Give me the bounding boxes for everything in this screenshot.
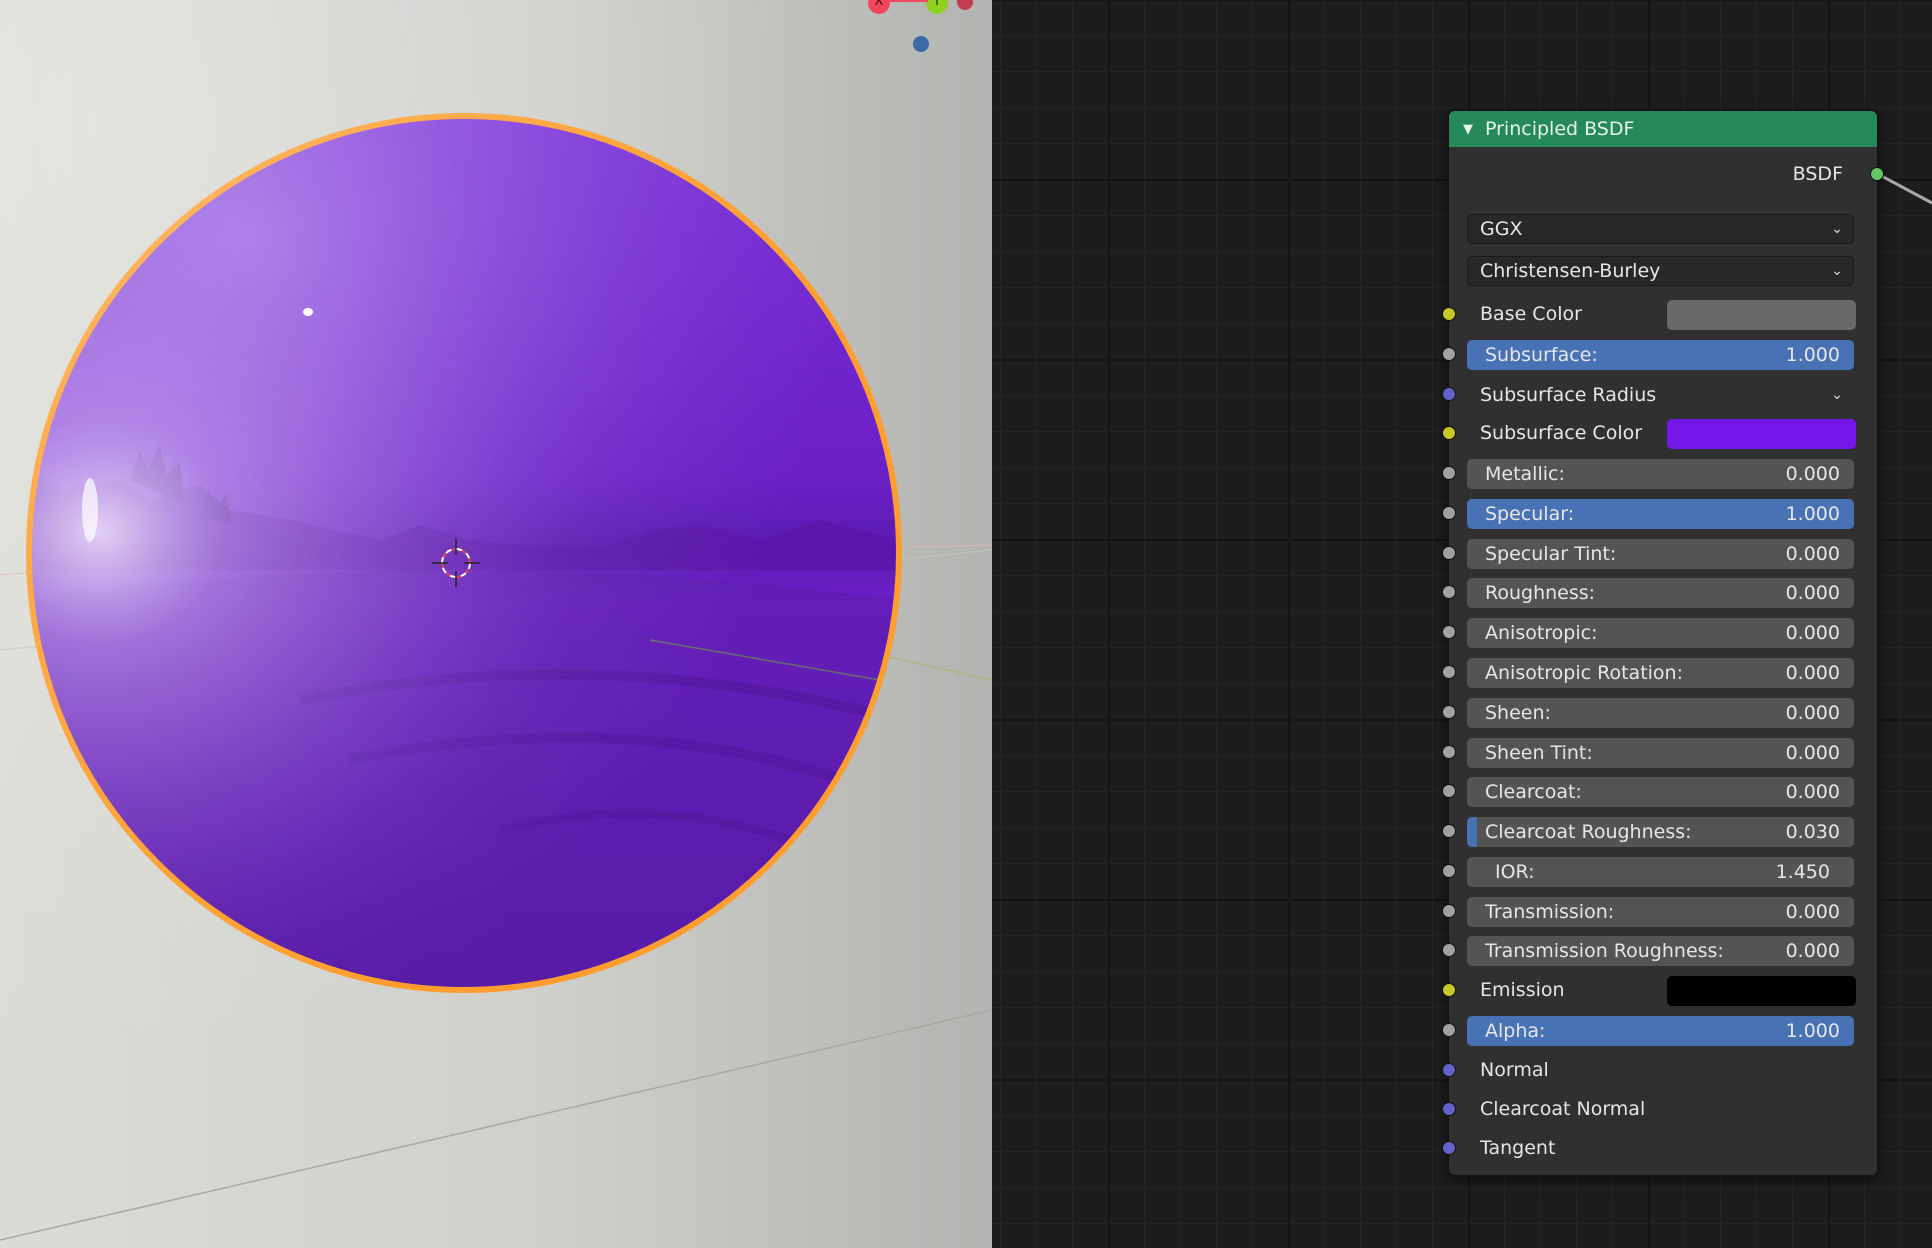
ior-row: IOR: 1.450 bbox=[1442, 854, 1877, 888]
ior-socket[interactable] bbox=[1442, 864, 1456, 878]
clearcoat-roughness-row: Clearcoat Roughness: 0.030 bbox=[1442, 814, 1877, 848]
principled-bsdf-node[interactable]: ▼ Principled BSDF BSDF GGX ⌄ Christensen… bbox=[1442, 110, 1884, 1176]
node-title: Principled BSDF bbox=[1485, 118, 1635, 140]
clearcoat-normal-row: Clearcoat Normal bbox=[1442, 1092, 1877, 1126]
subsurface-color-row: Subsurface Color bbox=[1442, 416, 1877, 450]
normal-row: Normal bbox=[1442, 1053, 1877, 1087]
chevron-down-icon: ⌄ bbox=[1831, 221, 1843, 237]
specular-tint-row: Specular Tint: 0.000 bbox=[1442, 536, 1877, 570]
emission-socket[interactable] bbox=[1442, 983, 1456, 997]
transmission-socket[interactable] bbox=[1442, 904, 1456, 918]
specular-socket[interactable] bbox=[1442, 506, 1456, 520]
clearcoat-normal-socket[interactable] bbox=[1442, 1102, 1456, 1116]
distribution-dropdown[interactable]: GGX ⌄ bbox=[1467, 214, 1854, 244]
subsurface-method-dropdown[interactable]: Christensen-Burley ⌄ bbox=[1467, 256, 1854, 286]
subsurface-radius-socket[interactable] bbox=[1442, 387, 1456, 401]
specular-row: Specular: 1.000 bbox=[1442, 496, 1877, 530]
metallic-socket[interactable] bbox=[1442, 466, 1456, 480]
base-color-swatch[interactable] bbox=[1667, 300, 1856, 330]
clearcoat-row: Clearcoat: 0.000 bbox=[1442, 774, 1877, 808]
emission-row: Emission bbox=[1442, 973, 1877, 1007]
anisotropic-socket[interactable] bbox=[1442, 625, 1456, 639]
transmission-roughness-socket[interactable] bbox=[1442, 943, 1456, 957]
metallic-slider[interactable]: Metallic: 0.000 bbox=[1467, 459, 1854, 489]
metallic-row: Metallic: 0.000 bbox=[1442, 456, 1877, 490]
clearcoat-roughness-socket[interactable] bbox=[1442, 824, 1456, 838]
subsurface-row: Subsurface: 1.000 bbox=[1442, 337, 1877, 371]
specular-tint-socket[interactable] bbox=[1442, 546, 1456, 560]
sheen-tint-slider[interactable]: Sheen Tint: 0.000 bbox=[1467, 738, 1854, 768]
roughness-slider[interactable]: Roughness: 0.000 bbox=[1467, 578, 1854, 608]
subsurface-slider[interactable]: Subsurface: 1.000 bbox=[1467, 340, 1854, 370]
alpha-slider[interactable]: Alpha: 1.000 bbox=[1467, 1016, 1854, 1046]
y-axis-line bbox=[879, 654, 992, 681]
subsurface-method-row: Christensen-Burley ⌄ bbox=[1449, 253, 1877, 287]
tangent-socket[interactable] bbox=[1442, 1141, 1456, 1155]
distribution-row: GGX ⌄ bbox=[1449, 211, 1877, 245]
sheen-tint-row: Sheen Tint: 0.000 bbox=[1442, 735, 1877, 769]
transmission-row: Transmission: 0.000 bbox=[1442, 894, 1877, 928]
base-color-row: Base Color bbox=[1442, 297, 1877, 331]
specular-slider[interactable]: Specular: 1.000 bbox=[1467, 499, 1854, 529]
subsurface-color-socket[interactable] bbox=[1442, 426, 1456, 440]
grid-line bbox=[0, 1009, 992, 1241]
bsdf-output-socket[interactable] bbox=[1870, 167, 1884, 181]
subsurface-color-swatch[interactable] bbox=[1667, 419, 1856, 449]
anisotropic-row: Anisotropic: 0.000 bbox=[1442, 615, 1877, 649]
node-header[interactable]: ▼ Principled BSDF bbox=[1449, 111, 1877, 147]
anisotropic-slider[interactable]: Anisotropic: 0.000 bbox=[1467, 618, 1854, 648]
gizmo-neg-z-axis[interactable] bbox=[913, 36, 929, 52]
output-label: BSDF bbox=[1792, 163, 1843, 185]
alpha-socket[interactable] bbox=[1442, 1023, 1456, 1037]
3d-viewport[interactable]: X Y bbox=[0, 0, 992, 1248]
clearcoat-roughness-slider[interactable]: Clearcoat Roughness: 0.030 bbox=[1467, 817, 1854, 847]
base-color-socket[interactable] bbox=[1442, 307, 1456, 321]
subsurface-socket[interactable] bbox=[1442, 347, 1456, 361]
output-bsdf: BSDF bbox=[1449, 157, 1884, 191]
gizmo-axis-line bbox=[888, 0, 928, 2]
emission-color-swatch[interactable] bbox=[1667, 976, 1856, 1006]
subsurface-radius-expander[interactable]: Subsurface Radius ⌄ bbox=[1467, 380, 1854, 410]
viewport-scene bbox=[0, 100, 992, 1241]
roughness-row: Roughness: 0.000 bbox=[1442, 575, 1877, 609]
tangent-row: Tangent bbox=[1442, 1131, 1877, 1165]
chevron-down-icon: ⌄ bbox=[1831, 263, 1843, 279]
sheen-tint-socket[interactable] bbox=[1442, 745, 1456, 759]
transmission-roughness-row: Transmission Roughness: 0.000 bbox=[1442, 933, 1877, 967]
sheen-slider[interactable]: Sheen: 0.000 bbox=[1467, 698, 1854, 728]
anisotropic-rotation-socket[interactable] bbox=[1442, 665, 1456, 679]
normal-socket[interactable] bbox=[1442, 1063, 1456, 1077]
ior-field[interactable]: IOR: 1.450 bbox=[1467, 857, 1854, 887]
specular-tint-slider[interactable]: Specular Tint: 0.000 bbox=[1467, 539, 1854, 569]
sphere-object[interactable] bbox=[0, 100, 992, 1000]
collapse-triangle-icon[interactable]: ▼ bbox=[1463, 122, 1473, 137]
alpha-row: Alpha: 1.000 bbox=[1442, 1013, 1877, 1047]
anisotropic-rotation-slider[interactable]: Anisotropic Rotation: 0.000 bbox=[1467, 658, 1854, 688]
roughness-socket[interactable] bbox=[1442, 585, 1456, 599]
chevron-down-icon: ⌄ bbox=[1831, 387, 1843, 403]
sheen-socket[interactable] bbox=[1442, 705, 1456, 719]
clearcoat-socket[interactable] bbox=[1442, 784, 1456, 798]
subsurface-radius-row: Subsurface Radius ⌄ bbox=[1442, 377, 1877, 411]
anisotropic-rotation-row: Anisotropic Rotation: 0.000 bbox=[1442, 655, 1877, 689]
transmission-roughness-slider[interactable]: Transmission Roughness: 0.000 bbox=[1467, 936, 1854, 966]
clearcoat-slider[interactable]: Clearcoat: 0.000 bbox=[1467, 777, 1854, 807]
transmission-slider[interactable]: Transmission: 0.000 bbox=[1467, 897, 1854, 927]
sheen-row: Sheen: 0.000 bbox=[1442, 695, 1877, 729]
